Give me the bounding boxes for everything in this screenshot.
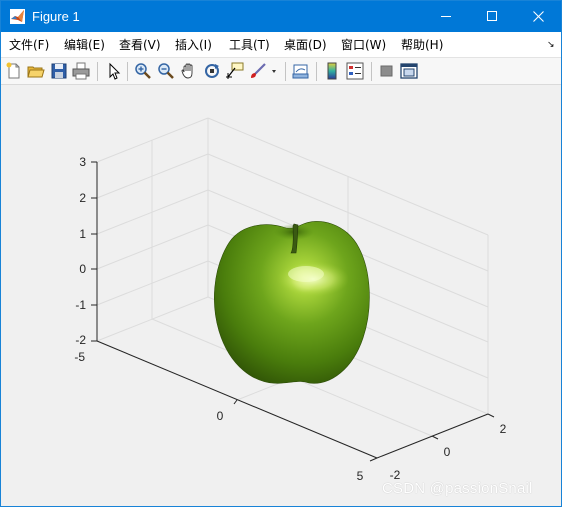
apple-surface	[214, 221, 370, 384]
figure-window: Figure 1 文件(F) 编辑(E) 查看(V) 插入(I) 工具(T) 桌…	[0, 0, 562, 507]
rotate-3d-icon[interactable]	[203, 62, 221, 80]
x-tick-label: 5	[357, 469, 364, 483]
z-tick-label: 2	[79, 191, 86, 205]
chevron-icon[interactable]: ↘	[547, 39, 555, 50]
data-cursor-icon[interactable]	[226, 62, 244, 80]
x-tick-label: -5	[74, 350, 85, 364]
z-tick-label: 1	[79, 227, 86, 241]
window-title: Figure 1	[32, 9, 80, 24]
toolbar-separator	[285, 62, 286, 81]
menu-edit[interactable]: 编辑(E)	[64, 38, 105, 52]
y-tick-label: 2	[500, 422, 507, 436]
watermark: CSDN @passionSnail	[382, 480, 533, 497]
menu-insert[interactable]: 插入(I)	[175, 38, 212, 52]
menu-bar: 文件(F) 编辑(E) 查看(V) 插入(I) 工具(T) 桌面(D) 窗口(W…	[1, 32, 561, 58]
zoom-out-icon[interactable]	[157, 62, 175, 80]
select-arrow-icon[interactable]	[105, 62, 123, 80]
menu-view[interactable]: 查看(V)	[119, 38, 161, 52]
menu-desktop[interactable]: 桌面(D)	[284, 38, 327, 52]
pan-hand-icon[interactable]	[180, 62, 198, 80]
toolbar-separator	[97, 62, 98, 81]
toolbar-separator	[127, 62, 128, 81]
title-bar[interactable]: Figure 1	[1, 1, 561, 32]
matlab-icon	[10, 9, 25, 24]
link-plot-icon[interactable]	[292, 62, 310, 80]
close-button[interactable]	[515, 1, 561, 32]
legend-icon[interactable]	[346, 62, 364, 80]
save-icon[interactable]	[50, 62, 68, 80]
maximize-button[interactable]	[469, 1, 515, 32]
z-tick-label: -2	[75, 333, 86, 347]
brush-dropdown-icon[interactable]	[269, 62, 279, 80]
show-plot-tools-icon[interactable]	[400, 62, 418, 80]
new-figure-icon[interactable]	[5, 62, 23, 80]
zoom-in-icon[interactable]	[134, 62, 152, 80]
menu-help[interactable]: 帮助(H)	[401, 38, 443, 52]
axes-3d[interactable]: 3 2 1 0 -1 -2 -5 0 5 -2 0 2	[1, 86, 561, 507]
menu-file[interactable]: 文件(F)	[9, 38, 49, 52]
print-icon[interactable]	[72, 62, 90, 80]
figure-canvas[interactable]: 3 2 1 0 -1 -2 -5 0 5 -2 0 2 CSDN @passio…	[1, 86, 561, 507]
minimize-button[interactable]	[423, 1, 469, 32]
figure-toolbar	[1, 58, 561, 85]
open-file-icon[interactable]	[27, 62, 45, 80]
z-tick-label: 3	[79, 155, 86, 169]
menu-window[interactable]: 窗口(W)	[341, 38, 386, 52]
y-tick-label: 0	[444, 445, 451, 459]
x-tick-label: 0	[217, 409, 224, 423]
menu-tools[interactable]: 工具(T)	[229, 38, 270, 52]
hide-plot-tools-icon[interactable]	[378, 62, 396, 80]
colorbar-icon[interactable]	[323, 62, 341, 80]
toolbar-separator	[316, 62, 317, 81]
toolbar-separator	[371, 62, 372, 81]
z-tick-label: -1	[75, 298, 86, 312]
z-tick-label: 0	[79, 262, 86, 276]
brush-icon[interactable]	[249, 62, 267, 80]
